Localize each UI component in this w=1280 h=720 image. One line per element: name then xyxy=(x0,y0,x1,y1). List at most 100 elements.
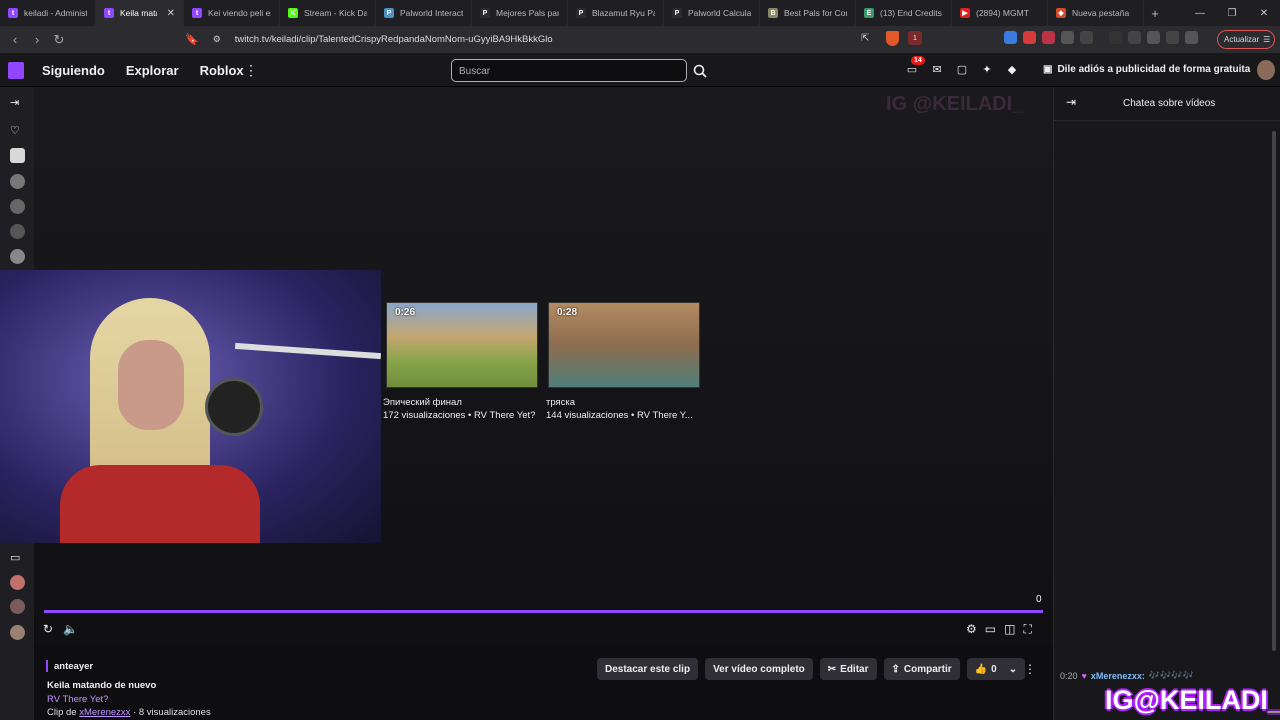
tab-title: Stream - Kick Das xyxy=(304,8,367,18)
browser-tab[interactable]: E (13) End Credits / xyxy=(856,0,952,26)
prime-icon[interactable]: ✦ xyxy=(980,62,994,76)
bits-icon[interactable]: ◆ xyxy=(1005,62,1019,76)
clip-title: Keila matando de nuevo xyxy=(47,680,157,691)
extension-icon[interactable] xyxy=(1109,31,1122,44)
extension-icon[interactable] xyxy=(1185,31,1198,44)
url-box[interactable]: 🔖 ⚙ twitch.tv/keiladi/clip/TalentedCrisp… xyxy=(180,29,930,50)
message-username[interactable]: xMerenezxx: xyxy=(1091,671,1145,681)
tab-title: Keila matando xyxy=(120,8,157,18)
tab-favicon-icon: P xyxy=(480,8,490,18)
thumbs-up-icon: 👍 xyxy=(974,663,988,675)
edit-button[interactable]: ✂ Editar xyxy=(819,658,877,680)
full-video-button[interactable]: Ver vídeo completo xyxy=(705,658,813,680)
clip-info: anteayer Keila matando de nuevo RV There… xyxy=(34,645,1053,720)
window-controls: — ❐ ✕ xyxy=(1184,0,1280,26)
browser-tab[interactable]: t Kei viendo peli es xyxy=(184,0,280,26)
settings-gear-icon[interactable]: ⚙ xyxy=(966,622,977,637)
whispers-icon[interactable]: ▢ xyxy=(955,62,969,76)
like-button[interactable]: 👍 0 ⌄ xyxy=(966,658,1026,680)
bookmark-icon[interactable]: 🔖 xyxy=(185,33,199,46)
chat-header: ⇥ Chatea sobre vídeos xyxy=(1054,87,1280,121)
browser-tab[interactable]: B Best Pals for Com xyxy=(760,0,856,26)
extension-icon[interactable] xyxy=(1061,31,1074,44)
channel-avatar[interactable] xyxy=(10,625,25,640)
update-button[interactable]: Actualizar ☰ xyxy=(1217,30,1275,49)
chat-message: 0:20 ♥ xMerenezxx: 🎶🎶🎶🎶 xyxy=(1060,670,1194,681)
fullscreen-icon[interactable]: ⛶ xyxy=(1023,622,1031,637)
browser-tab[interactable]: ▶ (2894) MGMT xyxy=(952,0,1048,26)
sidebar-toggle-icon[interactable]: ◫ xyxy=(1004,622,1015,637)
minimize-icon[interactable]: — xyxy=(1184,0,1216,26)
browser-tab[interactable]: ◆ Nueva pestaña xyxy=(1048,0,1144,26)
recommended-clip-title[interactable]: Эпический финал xyxy=(383,397,462,408)
extension-icon[interactable] xyxy=(1147,31,1160,44)
browser-tab[interactable]: t keiladi - Administ xyxy=(0,0,96,26)
back-icon[interactable]: ‹ xyxy=(4,32,26,47)
search-input[interactable]: Buscar xyxy=(451,59,687,82)
share-icon[interactable]: ⇱ xyxy=(861,33,869,44)
inbox-icon[interactable]: ✉ xyxy=(930,62,944,76)
extension-icon[interactable] xyxy=(1080,31,1093,44)
search-button[interactable] xyxy=(690,59,710,82)
extension-icon[interactable] xyxy=(1023,31,1036,44)
extension-icon[interactable] xyxy=(1004,31,1017,44)
browser-tab[interactable]: P Mejores Pals para xyxy=(472,0,568,26)
followed-heart-icon[interactable]: ♡ xyxy=(10,124,20,137)
close-window-icon[interactable]: ✕ xyxy=(1248,0,1280,26)
browser-tab[interactable]: P Palworld Interacti xyxy=(376,0,472,26)
chevron-down-icon[interactable]: ⌄ xyxy=(1009,664,1017,675)
more-menu-icon[interactable]: ⋮ xyxy=(244,62,258,79)
clipper-link[interactable]: xMerenezxx xyxy=(79,707,130,718)
nav-browse[interactable]: Explorar xyxy=(126,63,179,78)
game-link[interactable]: RV There Yet? xyxy=(47,694,108,705)
extension-icon[interactable] xyxy=(1042,31,1055,44)
recommended-clip-thumbnail[interactable]: 0:28 xyxy=(548,302,700,388)
user-avatar[interactable] xyxy=(1257,60,1275,80)
progress-bar[interactable] xyxy=(44,610,1043,613)
channel-avatar[interactable] xyxy=(10,575,25,590)
close-tab-icon[interactable]: ✕ xyxy=(167,8,175,19)
browser-tab[interactable]: P Palworld Calculat xyxy=(664,0,760,26)
brave-shield-icon[interactable] xyxy=(886,31,899,46)
replay-icon[interactable]: ↻ xyxy=(43,622,53,636)
brave-rewards-icon[interactable]: 1 xyxy=(908,31,922,45)
share-button[interactable]: ⇪ Compartir xyxy=(883,658,960,680)
forward-icon[interactable]: › xyxy=(26,32,48,47)
channel-avatar[interactable] xyxy=(10,174,25,189)
chat-scrollbar[interactable] xyxy=(1272,131,1276,651)
url-text[interactable]: twitch.tv/keiladi/clip/TalentedCrispyRed… xyxy=(235,34,553,45)
highlight-clip-button[interactable]: Destacar este clip xyxy=(597,658,699,680)
site-info-icon[interactable]: ⚙ xyxy=(213,34,221,45)
tab-title: Mejores Pals para xyxy=(496,8,559,18)
restore-icon[interactable]: ❐ xyxy=(1216,0,1248,26)
channel-avatar[interactable] xyxy=(10,224,25,239)
notifications-icon[interactable]: ▭ 14 xyxy=(905,56,925,76)
share-label: Compartir xyxy=(903,663,952,675)
like-count: 0 xyxy=(991,663,997,675)
browser-tab[interactable]: P Blazamut Ryu Pal xyxy=(568,0,664,26)
twitch-logo-icon[interactable] xyxy=(8,62,24,79)
channel-avatar[interactable] xyxy=(10,599,25,614)
collapse-chat-icon[interactable]: ⇥ xyxy=(1066,95,1076,109)
browser-tab[interactable]: t Keila matando ✕ xyxy=(96,0,184,26)
tab-title: Nueva pestaña xyxy=(1072,8,1130,18)
channel-avatar[interactable] xyxy=(10,148,25,163)
extension-icon[interactable] xyxy=(1128,31,1141,44)
video-camera-icon[interactable]: ▭ xyxy=(10,551,20,564)
channel-avatar[interactable] xyxy=(10,199,25,214)
channel-avatar[interactable] xyxy=(10,249,25,264)
turbo-promo[interactable]: ▣ Dile adiós a publicidad de forma gratu… xyxy=(1043,64,1250,75)
browser-tab[interactable]: K Stream - Kick Das xyxy=(280,0,376,26)
volume-icon[interactable]: 🔈 xyxy=(63,622,78,636)
recommended-clip-title[interactable]: тряска xyxy=(546,397,575,408)
extension-icon[interactable] xyxy=(1166,31,1179,44)
new-tab-icon[interactable]: + xyxy=(1144,6,1166,21)
reload-icon[interactable]: ↻ xyxy=(48,32,70,48)
more-options-icon[interactable]: ⋮ xyxy=(1024,662,1036,676)
expand-sidebar-icon[interactable]: ⇥ xyxy=(10,96,19,109)
nav-roblox[interactable]: Roblox xyxy=(200,63,244,78)
theatre-mode-icon[interactable]: ▭ xyxy=(985,622,996,637)
nav-following[interactable]: Siguiendo xyxy=(42,63,105,78)
tab-title: Best Pals for Com xyxy=(784,8,847,18)
recommended-clip-thumbnail[interactable]: 0:26 xyxy=(386,302,538,388)
